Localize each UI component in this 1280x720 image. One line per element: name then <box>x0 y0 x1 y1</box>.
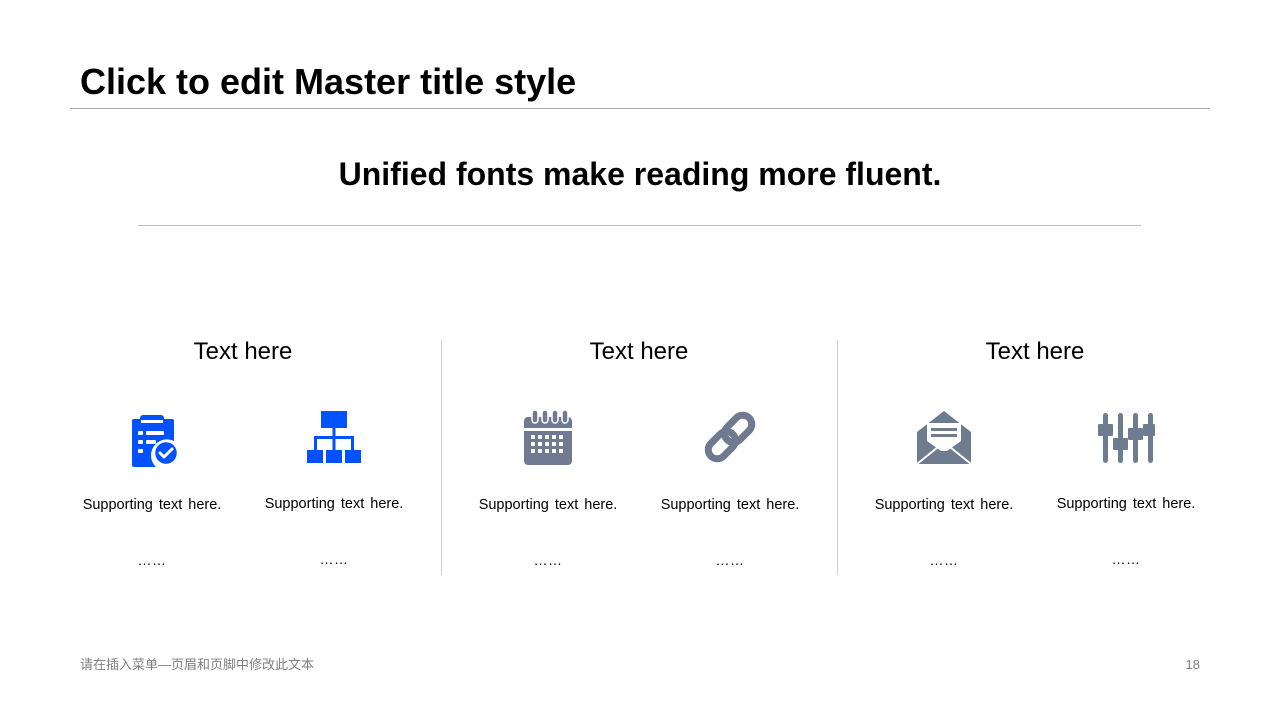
ellipsis-text: …… <box>1111 551 1141 567</box>
supporting-text: Supporting text here. <box>264 496 404 512</box>
supporting-text: Supporting text here. <box>82 497 222 513</box>
org-chart-icon <box>304 407 364 467</box>
column-divider-2 <box>837 340 838 575</box>
group-title: Text here <box>589 338 689 365</box>
supporting-text: Supporting text here. <box>478 497 618 513</box>
ellipsis-text: …… <box>533 552 563 568</box>
slide-title: Click to edit Master title style <box>80 61 577 102</box>
supporting-text: Supporting text here. <box>874 497 1014 513</box>
ellipsis-text: …… <box>137 552 167 568</box>
ellipsis-text: …… <box>715 552 745 568</box>
slide-subtitle: Unified fonts make reading more fluent. <box>338 156 942 192</box>
supporting-text: Supporting text here. <box>1056 496 1196 512</box>
title-divider <box>70 108 1210 109</box>
link-icon <box>700 407 760 467</box>
supporting-text: Supporting text here. <box>660 497 800 513</box>
open-envelope-icon <box>914 407 974 467</box>
calendar-icon <box>518 407 578 467</box>
ellipsis-text: …… <box>929 552 959 568</box>
clipboard-check-icon <box>122 407 182 467</box>
footer-text: 请在插入菜单—页眉和页脚中修改此文本 <box>80 657 315 672</box>
sliders-icon <box>1096 407 1156 467</box>
subtitle-divider <box>138 225 1141 226</box>
column-divider-1 <box>441 340 442 575</box>
group-title: Text here <box>985 338 1085 365</box>
ellipsis-text: …… <box>319 551 349 567</box>
group-title: Text here <box>193 338 293 365</box>
page-number: 18 <box>1185 657 1200 672</box>
